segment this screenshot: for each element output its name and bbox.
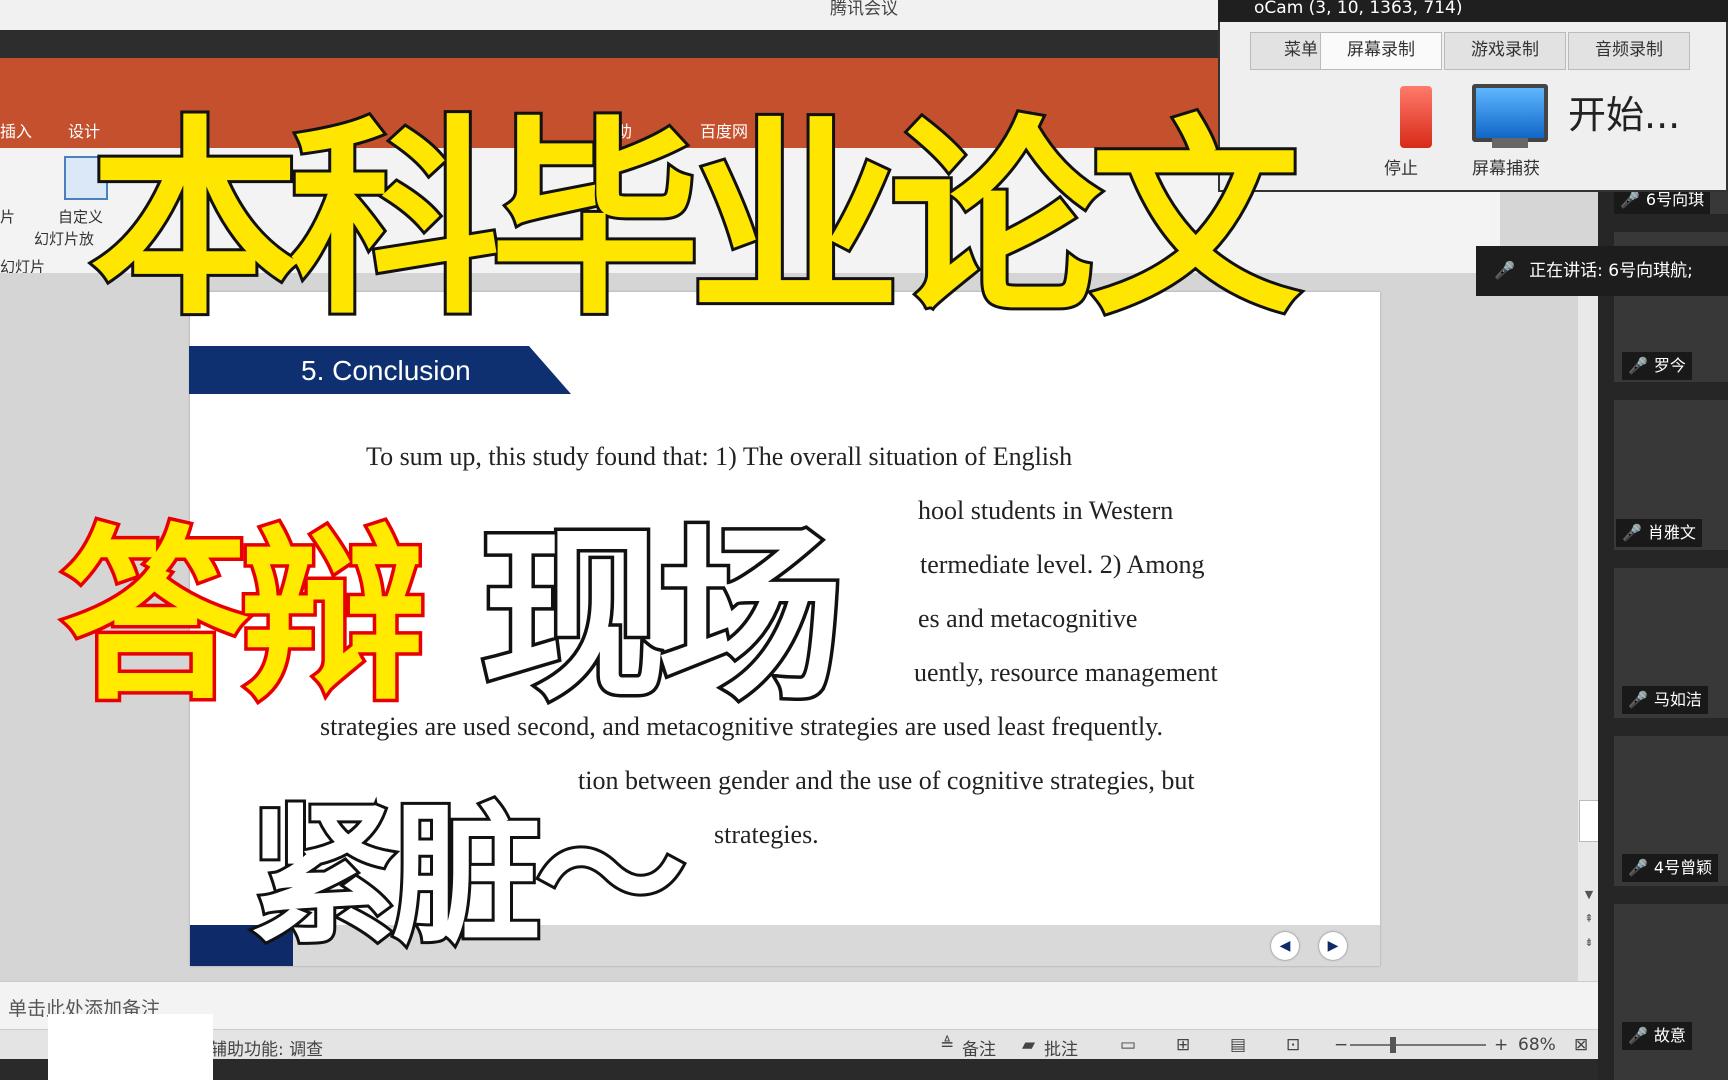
mic-muted-icon: 🎤: [1628, 858, 1648, 877]
slide-heading: 5. Conclusion: [301, 355, 471, 386]
next-slide-icon[interactable]: ⇟: [1580, 934, 1598, 952]
obscured-region: [48, 1014, 213, 1080]
participant-label: 🎤 罗今: [1622, 352, 1692, 380]
participant-label: 🎤 4号曾颖: [1622, 854, 1719, 882]
start-record-button[interactable]: 开始...: [1568, 84, 1680, 139]
slide-text-line: termediate level. 2) Among: [920, 550, 1205, 579]
status-bar: 辅助功能: 调查 ≜ 备注 ▰ 批注 ▭ ⊞ ▤ ⊡ − + 68% ⊠: [0, 1029, 1598, 1060]
scroll-down-icon[interactable]: ▼: [1580, 886, 1598, 904]
notes-pane[interactable]: 单击此处添加备注: [0, 981, 1598, 1030]
fit-window-icon[interactable]: ⊠: [1574, 1035, 1588, 1055]
speaking-indicator: 🎤 正在讲话: 6号向琪航;: [1476, 246, 1728, 296]
taskbar-strip: [0, 1059, 1598, 1080]
notes-toggle-button[interactable]: 备注: [962, 1035, 996, 1060]
ribbon-label-slideshow: 幻灯片放: [34, 230, 95, 248]
slide-text-line: hool students in Western: [918, 496, 1174, 525]
mic-muted-icon: 🎤: [1628, 690, 1648, 709]
normal-view-icon[interactable]: ▭: [1120, 1035, 1136, 1055]
zoom-slider[interactable]: [1350, 1044, 1486, 1046]
arrow-right-icon[interactable]: ▶: [1319, 932, 1347, 960]
notes-toggle-icon[interactable]: ≜: [940, 1035, 954, 1055]
participant-label: 🎤 故意: [1622, 1022, 1692, 1050]
tab-insert[interactable]: 插入: [0, 118, 32, 142]
caption-nervous: 紧脏～: [245, 787, 689, 967]
mic-icon: 🎤: [1620, 190, 1640, 209]
stop-icon[interactable]: [1400, 86, 1432, 148]
stop-label[interactable]: 停止: [1384, 154, 1418, 179]
scrollbar-thumb[interactable]: [1579, 800, 1599, 842]
mic-muted-icon: 🎤: [1628, 356, 1648, 375]
caption-defense: 答辩: [58, 505, 429, 729]
participant-label: 🎤 马如洁: [1622, 686, 1708, 714]
ocam-tab-screen-record[interactable]: 屏幕录制: [1320, 32, 1442, 70]
zoom-slider-thumb[interactable]: [1390, 1037, 1396, 1053]
zoom-out-icon[interactable]: −: [1334, 1035, 1348, 1055]
ocam-title: oCam (3, 10, 1363, 714): [1218, 0, 1728, 22]
slideshow-icon[interactable]: ⊡: [1286, 1035, 1300, 1055]
slide-sorter-icon[interactable]: ⊞: [1176, 1035, 1190, 1055]
zoom-in-icon[interactable]: +: [1494, 1035, 1508, 1055]
caption-title: 本科毕业论文: [87, 95, 1303, 346]
screen-capture-label[interactable]: 屏幕捕获: [1472, 154, 1540, 179]
ribbon-label-slide: 片: [0, 208, 16, 226]
arrow-left-icon[interactable]: ◀: [1271, 932, 1299, 960]
monitor-stand: [1492, 138, 1528, 148]
mic-icon: 🎤: [1494, 261, 1516, 281]
participant-label: 🎤 肖雅文: [1616, 519, 1702, 547]
ocam-tab-game-record[interactable]: 游戏录制: [1444, 32, 1566, 70]
caption-scene: 现场: [476, 505, 847, 729]
vertical-scrollbar[interactable]: [1578, 273, 1598, 981]
prev-slide-icon[interactable]: ⇞: [1580, 910, 1598, 928]
reading-view-icon[interactable]: ▤: [1230, 1035, 1246, 1055]
slide-text-line: es and metacognitive: [918, 604, 1138, 633]
comments-icon[interactable]: ▰: [1022, 1035, 1035, 1055]
slide-text-line: strategies.: [714, 820, 819, 849]
zoom-level[interactable]: 68%: [1518, 1035, 1556, 1055]
ocam-tab-audio-record[interactable]: 音频录制: [1568, 32, 1690, 70]
comments-button[interactable]: 批注: [1044, 1035, 1078, 1060]
mic-muted-icon: 🎤: [1628, 1026, 1648, 1045]
participant-card[interactable]: [1614, 904, 1728, 1080]
accessibility-status[interactable]: 辅助功能: 调查: [210, 1035, 323, 1060]
mic-muted-icon: 🎤: [1622, 523, 1642, 542]
monitor-icon[interactable]: [1472, 84, 1548, 142]
slide-text-line: uently, resource management: [914, 658, 1218, 687]
